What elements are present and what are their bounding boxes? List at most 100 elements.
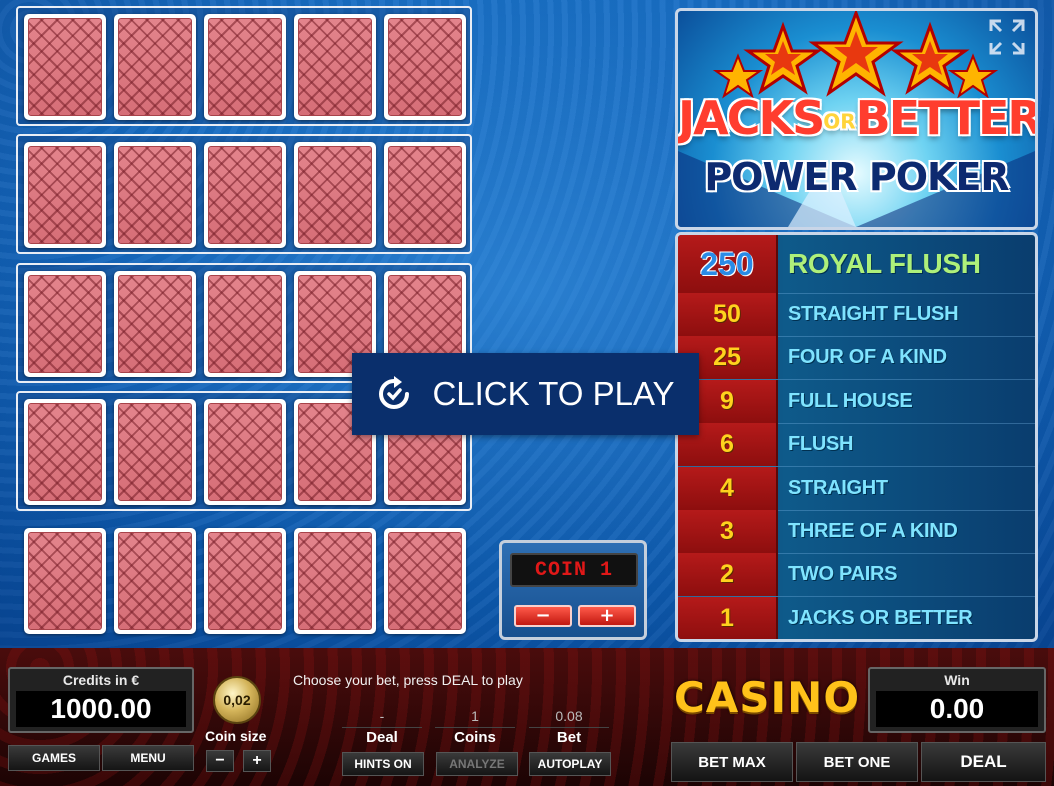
card-back-pattern [388,146,462,244]
logo-subtitle: POWER POKER [704,155,1009,199]
paytable-hand-name: STRAIGHT [788,476,888,499]
hints-on-button[interactable]: HINTS ON [342,752,424,776]
autoplay-button[interactable]: AUTOPLAY [529,752,611,776]
card-back[interactable] [204,14,286,120]
paytable-hand-name: STRAIGHT FLUSH [788,303,959,325]
coin-size-increase-button[interactable]: + [243,750,271,772]
bet-label: Bet [556,729,582,746]
card-back-pattern [118,275,192,373]
casino-logo: CASINO [673,672,861,722]
paytable-row: 1 JACKS OR BETTER [678,596,1035,639]
bet-one-button[interactable]: BET ONE [796,742,918,782]
paytable-payout: 50 [678,293,778,336]
paytable-row: 2 TWO PAIRS [678,553,1035,598]
paytable-row: 4 STRAIGHT [678,466,1035,511]
paytable-hand-name: FOUR OF A KIND [788,346,947,369]
card-back[interactable] [24,399,106,505]
game-logo: JACKSORBETTER POWER POKER [675,8,1038,230]
card-back[interactable] [114,271,196,377]
card-back-pattern [388,532,462,630]
card-back-pattern [208,18,282,116]
card-back[interactable] [384,142,466,248]
card-back[interactable] [114,14,196,120]
card-back[interactable] [204,271,286,377]
paytable-payout: 2 [678,553,778,597]
win-panel: Win 0.00 [868,667,1046,733]
deal-label: Deal [366,729,398,746]
card-back-pattern [28,403,102,501]
card-back-pattern [118,403,192,501]
paytable-hand-name: TWO PAIRS [788,563,898,586]
card-back[interactable] [24,528,106,634]
card-back[interactable] [204,399,286,505]
card-back-pattern [208,146,282,244]
card-back-pattern [298,532,372,630]
card-back[interactable] [24,271,106,377]
paytable-hand-name: THREE OF A KIND [788,520,958,542]
paytable-row: 50 STRAIGHT FLUSH [678,293,1035,337]
deal-divider [342,727,422,728]
star-icon [947,53,999,99]
credits-panel: Credits in € 1000.00 [8,667,194,733]
logo-title: JACKSORBETTER [678,91,1038,145]
card-back-pattern [118,18,192,116]
credits-value: 1000.00 [16,691,186,727]
card-back-pattern [208,532,282,630]
coin-size-label: Coin size [205,728,267,744]
deal-button[interactable]: DEAL [921,742,1046,782]
star-icon [808,11,904,97]
credits-label: Credits in € [62,672,140,688]
card-back-pattern [298,146,372,244]
card-back[interactable] [294,528,376,634]
coins-label: Coins [454,729,496,746]
card-back[interactable] [114,399,196,505]
card-back[interactable] [24,142,106,248]
paytable-hand-name: JACKS OR BETTER [788,606,973,629]
card-back-pattern [298,18,372,116]
coin-decrease-button[interactable]: − [514,605,572,627]
card-back-pattern [208,275,282,373]
card-back[interactable] [204,528,286,634]
click-to-play-label: CLICK TO PLAY [432,375,675,412]
coin-selector: COIN 1 − + [499,540,647,640]
menu-button[interactable]: MENU [102,745,194,771]
card-back[interactable] [24,14,106,120]
coin-size-decrease-button[interactable]: − [206,750,234,772]
coin-size-chip[interactable]: 0,02 [213,676,261,724]
analyze-button[interactable]: ANALYZE [436,752,518,776]
instructions-text: Choose your bet, press DEAL to play [293,672,523,688]
star-icon [743,21,823,95]
refresh-icon [379,376,410,409]
paytable-hand-name: FULL HOUSE [788,389,913,412]
card-back-pattern [388,18,462,116]
paytable: 250 ROYAL FLUSH 50 STRAIGHT FLUSH 25 FOUR OF … [675,232,1038,642]
card-back[interactable] [384,14,466,120]
coin-increase-button[interactable]: + [578,605,636,627]
card-back-pattern [28,275,102,373]
bet-divider [529,727,609,728]
card-back-pattern [118,532,192,630]
paytable-row: 3 THREE OF A KIND [678,510,1035,554]
win-value: 0.00 [876,691,1038,727]
bet-max-button[interactable]: BET MAX [671,742,793,782]
card-back[interactable] [294,142,376,248]
coin-display: COIN 1 [510,553,638,587]
games-button[interactable]: GAMES [8,745,100,771]
card-back[interactable] [294,14,376,120]
card-back[interactable] [114,528,196,634]
paytable-payout: 3 [678,510,778,553]
paytable-row: 9 FULL HOUSE [678,379,1035,424]
hand-row [16,134,472,254]
coins-value: 1 [471,708,479,724]
card-back[interactable] [204,142,286,248]
card-back-pattern [28,532,102,630]
game-table: JACKSORBETTER POWER POKER 250 ROYAL FLUSH… [0,0,1054,648]
star-icon [712,53,764,99]
card-back-pattern [28,146,102,244]
card-back[interactable] [114,142,196,248]
card-back[interactable] [384,528,466,634]
paytable-row: 6 FLUSH [678,423,1035,468]
paytable-hand-name: FLUSH [788,433,854,456]
fullscreen-icon[interactable] [989,19,1025,55]
click-to-play-button[interactable]: CLICK TO PLAY [352,353,699,435]
